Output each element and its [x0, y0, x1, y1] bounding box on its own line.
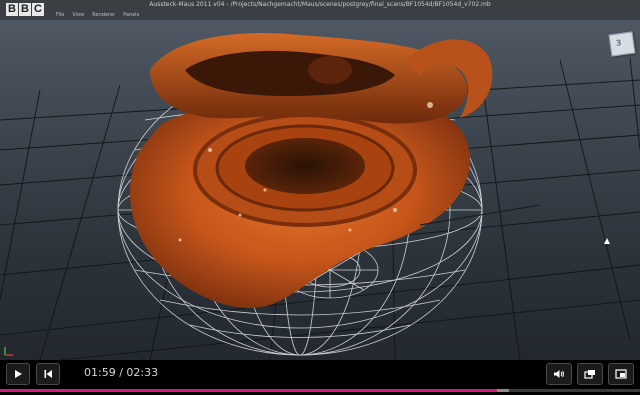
bbc-logo-letter: B — [6, 3, 18, 16]
current-time: 01:59 — [84, 366, 116, 379]
popout-icon — [584, 370, 595, 379]
volume-button[interactable] — [546, 363, 572, 385]
maya-menu-file: File — [56, 12, 65, 18]
time-display: 01:59 / 02:33 — [84, 366, 158, 380]
viewcube-label: 3 — [615, 38, 622, 48]
bbc-logo-letter: B — [19, 3, 31, 16]
time-separator: / — [115, 366, 127, 379]
maya-menu-renderer: Renderer — [92, 12, 116, 18]
total-time: 02:33 — [126, 366, 159, 379]
volume-icon — [554, 370, 564, 378]
maya-menus: File View Renderer Panels — [56, 11, 139, 19]
restart-button[interactable] — [36, 363, 60, 385]
bbc-logo-letter: C — [32, 3, 44, 16]
skip-back-icon — [44, 370, 52, 378]
fullscreen-button[interactable] — [608, 363, 634, 385]
maya-window-title: Aussteck-Maus 2011 v04 - /Projects/Nachg… — [149, 1, 491, 8]
mouse-cursor-icon — [604, 238, 610, 244]
video-frame[interactable]: Aussteck-Maus 2011 v04 - /Projects/Nachg… — [0, 0, 640, 360]
play-button[interactable] — [6, 363, 30, 385]
viewport-scene — [0, 33, 640, 360]
maya-menu-panels: Panels — [123, 12, 140, 18]
viewcube-icon: 3 — [608, 31, 636, 57]
played-bar — [0, 389, 498, 392]
fullscreen-icon — [615, 369, 627, 379]
axis-gizmo-icon — [4, 347, 13, 356]
play-icon — [15, 370, 22, 378]
popout-button[interactable] — [577, 363, 603, 385]
maya-menu-view: View — [72, 12, 85, 18]
bbc-logo: B B C — [6, 3, 44, 16]
progress-bar[interactable] — [0, 389, 640, 392]
